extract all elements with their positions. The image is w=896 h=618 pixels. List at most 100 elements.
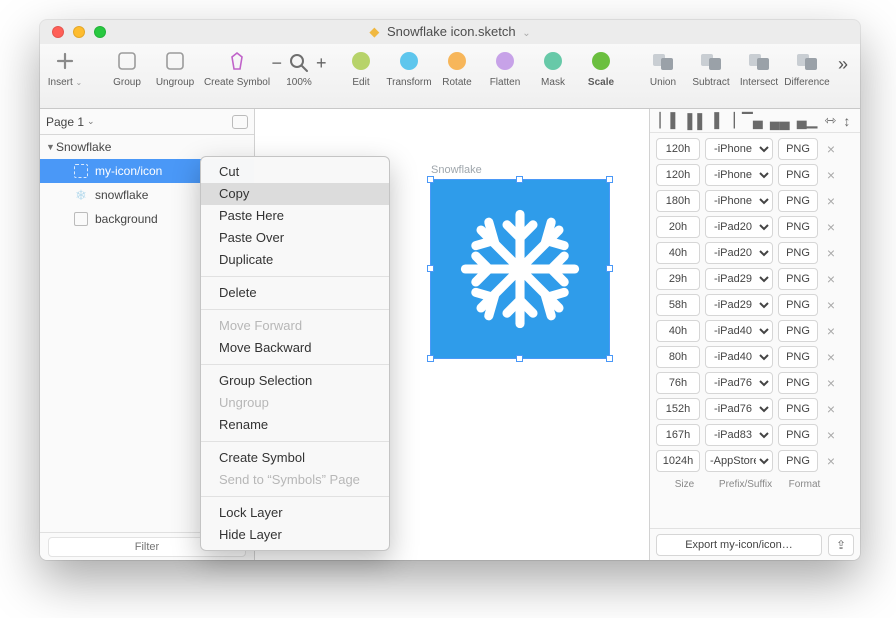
align-vcenter-icon[interactable]: ▄▄: [770, 113, 790, 129]
export-format-select[interactable]: PNG: [778, 190, 818, 212]
menu-item-hide-layer[interactable]: Hide Layer: [201, 524, 389, 546]
export-size-input[interactable]: [656, 320, 700, 342]
tool-edit[interactable]: Edit: [344, 48, 378, 88]
tool-flatten[interactable]: Flatten: [488, 48, 522, 88]
remove-export-button[interactable]: ×: [823, 141, 839, 157]
export-size-input[interactable]: [656, 242, 700, 264]
export-size-input[interactable]: [656, 424, 700, 446]
selected-layer-art[interactable]: [431, 180, 609, 358]
export-format-select[interactable]: PNG: [778, 268, 818, 290]
export-prefix-select[interactable]: -iPad83: [705, 424, 773, 446]
export-size-input[interactable]: [656, 216, 700, 238]
remove-export-button[interactable]: ×: [823, 219, 839, 235]
export-size-input[interactable]: [656, 398, 700, 420]
remove-export-button[interactable]: ×: [823, 427, 839, 443]
menu-item-cut[interactable]: Cut: [201, 161, 389, 183]
export-prefix-select[interactable]: -iPhone: [705, 164, 773, 186]
menu-item-group-selection[interactable]: Group Selection: [201, 370, 389, 392]
export-format-select[interactable]: PNG: [778, 216, 818, 238]
artboard-label[interactable]: Snowflake: [431, 164, 482, 176]
resize-handle[interactable]: [606, 355, 613, 362]
remove-export-button[interactable]: ×: [823, 271, 839, 287]
menu-item-copy[interactable]: Copy: [201, 183, 389, 205]
menu-item-delete[interactable]: Delete: [201, 282, 389, 304]
title-dropdown-icon[interactable]: ⌄: [522, 28, 530, 39]
resize-handle[interactable]: [606, 265, 613, 272]
tool-transform[interactable]: Transform: [392, 48, 426, 88]
menu-item-duplicate[interactable]: Duplicate: [201, 249, 389, 271]
tool-rotate[interactable]: Rotate: [440, 48, 474, 88]
export-prefix-select[interactable]: -iPad20: [705, 242, 773, 264]
tool-mask[interactable]: Mask: [536, 48, 570, 88]
remove-export-button[interactable]: ×: [823, 245, 839, 261]
selection-bounds[interactable]: [430, 179, 610, 359]
remove-export-button[interactable]: ×: [823, 323, 839, 339]
export-size-input[interactable]: [656, 164, 700, 186]
export-format-select[interactable]: PNG: [778, 164, 818, 186]
menu-item-move-backward[interactable]: Move Backward: [201, 337, 389, 359]
export-size-input[interactable]: [656, 138, 700, 160]
export-prefix-select[interactable]: -iPad76: [705, 398, 773, 420]
align-hcenter-icon[interactable]: ▌▌: [687, 113, 707, 129]
export-format-select[interactable]: PNG: [778, 424, 818, 446]
tool-scale[interactable]: Scale: [584, 48, 618, 88]
page-thumb-icon[interactable]: [232, 115, 248, 129]
menu-item-rename[interactable]: Rename: [201, 414, 389, 436]
zoom-window-button[interactable]: [94, 26, 106, 38]
disclosure-triangle-icon[interactable]: ▼: [46, 142, 56, 152]
export-size-input[interactable]: [656, 346, 700, 368]
tool-subtract[interactable]: Subtract: [694, 48, 728, 88]
distribute-h-icon[interactable]: ⇿: [825, 112, 837, 129]
export-format-select[interactable]: PNG: [778, 294, 818, 316]
export-prefix-select[interactable]: -iPad29: [705, 268, 773, 290]
menu-item-paste-here[interactable]: Paste Here: [201, 205, 389, 227]
export-prefix-select[interactable]: -iPad20: [705, 216, 773, 238]
zoom-out-button[interactable]: −: [271, 53, 282, 74]
remove-export-button[interactable]: ×: [823, 193, 839, 209]
remove-export-button[interactable]: ×: [823, 453, 839, 469]
zoom-in-button[interactable]: +: [316, 53, 327, 74]
export-size-input[interactable]: [656, 372, 700, 394]
resize-handle[interactable]: [427, 355, 434, 362]
resize-handle[interactable]: [427, 176, 434, 183]
align-top-icon[interactable]: ▔▄: [742, 112, 763, 129]
export-format-select[interactable]: PNG: [778, 242, 818, 264]
export-format-select[interactable]: PNG: [778, 450, 818, 472]
export-format-select[interactable]: PNG: [778, 320, 818, 342]
minimize-window-button[interactable]: [73, 26, 85, 38]
export-prefix-select[interactable]: -iPhone: [705, 138, 773, 160]
resize-handle[interactable]: [606, 176, 613, 183]
zoom-control[interactable]: −+100%: [282, 48, 316, 88]
menu-item-paste-over[interactable]: Paste Over: [201, 227, 389, 249]
toolbar-overflow-button[interactable]: »: [838, 48, 852, 75]
share-icon[interactable]: ⇪: [828, 534, 854, 556]
tool-union[interactable]: Union: [646, 48, 680, 88]
align-bottom-icon[interactable]: ▄▁: [797, 112, 818, 129]
export-size-input[interactable]: [656, 450, 700, 472]
distribute-v-icon[interactable]: ↕: [843, 113, 850, 129]
close-window-button[interactable]: [52, 26, 64, 38]
resize-handle[interactable]: [427, 265, 434, 272]
tool-group[interactable]: Group: [110, 48, 144, 88]
align-left-icon[interactable]: ▏▌: [660, 112, 681, 129]
page-selector[interactable]: Page 1⌄: [40, 109, 254, 135]
tool-intersect[interactable]: Intersect: [742, 48, 776, 88]
menu-item-lock-layer[interactable]: Lock Layer: [201, 502, 389, 524]
export-button[interactable]: Export my-icon/icon…: [656, 534, 822, 556]
export-prefix-select[interactable]: -iPad40: [705, 320, 773, 342]
remove-export-button[interactable]: ×: [823, 375, 839, 391]
menu-item-create-symbol[interactable]: Create Symbol: [201, 447, 389, 469]
export-format-select[interactable]: PNG: [778, 372, 818, 394]
remove-export-button[interactable]: ×: [823, 167, 839, 183]
resize-handle[interactable]: [516, 355, 523, 362]
tool-insert[interactable]: Insert ⌄: [48, 48, 82, 88]
export-format-select[interactable]: PNG: [778, 398, 818, 420]
remove-export-button[interactable]: ×: [823, 297, 839, 313]
export-size-input[interactable]: [656, 268, 700, 290]
tool-ungroup[interactable]: Ungroup: [158, 48, 192, 88]
tool-difference[interactable]: Difference: [790, 48, 824, 88]
export-prefix-select[interactable]: -iPad76: [705, 372, 773, 394]
export-prefix-select[interactable]: -iPad29: [705, 294, 773, 316]
export-prefix-select[interactable]: -iPhone: [705, 190, 773, 212]
resize-handle[interactable]: [516, 176, 523, 183]
